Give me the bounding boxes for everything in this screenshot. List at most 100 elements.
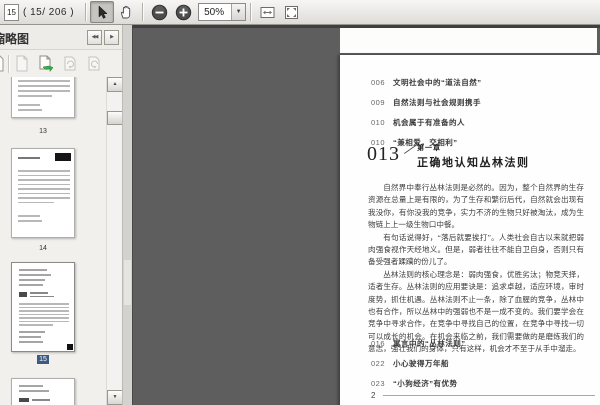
page-tool-button[interactable] <box>0 53 8 74</box>
thumb-line <box>18 197 70 199</box>
thumb-line <box>19 313 69 315</box>
toolbar-separator <box>142 3 144 21</box>
thumb-line <box>18 174 70 176</box>
rotate-left-button[interactable] <box>60 53 80 74</box>
extract-page-button[interactable] <box>36 53 56 74</box>
toc-entry: 009 自然法则与社会规则携手 <box>371 97 482 108</box>
thumbnail-page-13[interactable] <box>11 77 75 118</box>
zoom-dropdown-button[interactable]: ▼ <box>231 4 246 20</box>
toc-entry: 022 小心驶得万年船 <box>371 358 466 369</box>
toolbar-separator <box>250 3 252 21</box>
thumb-line <box>19 269 47 271</box>
fit-width-icon <box>259 4 276 21</box>
thumbnail-toolbar <box>0 50 122 77</box>
rotate-right-button[interactable] <box>84 53 104 74</box>
insert-page-button[interactable] <box>12 53 32 74</box>
page-footer: 2 <box>371 391 595 400</box>
toc-entry: 016 寓言中的“丛林法则” <box>371 338 466 349</box>
chapter-page-number: 013 <box>367 143 400 165</box>
thumb-line <box>18 109 42 111</box>
thumbnail-page-15-selected[interactable] <box>11 262 75 352</box>
thumbnail-panel: 缩略图 ◀◀ ▶ <box>0 25 122 405</box>
thumb-line <box>18 179 70 181</box>
thumb-line <box>18 170 70 172</box>
toc-entry-title: 小心驶得万年船 <box>393 359 449 368</box>
thumb-corner-block <box>67 344 73 350</box>
scroll-up-button[interactable]: ▲ <box>107 77 122 92</box>
rotate-page-icon <box>63 55 78 72</box>
thumb-line <box>18 104 40 106</box>
thumb-line <box>19 390 49 392</box>
toolbar: 15 ( 15/ 206 ) 50% ▼ <box>0 0 600 25</box>
panel-splitter[interactable] <box>122 25 133 405</box>
scroll-down-button[interactable]: ▼ <box>107 390 122 405</box>
thumb-line <box>18 215 40 217</box>
toc-entry-title: 自然法则与社会规则携手 <box>393 98 481 107</box>
thumb-line <box>19 279 45 281</box>
toc-section-bottom: 016 寓言中的“丛林法则” 022 小心驶得万年船 023 “小狗经济”有优势 <box>371 338 466 398</box>
toolbar-separator <box>85 3 87 21</box>
thumbnail-page-16[interactable] <box>11 378 75 405</box>
toc-entry-title: 寓言中的“丛林法则” <box>393 339 466 348</box>
thumb-line <box>18 188 70 190</box>
thumb-line <box>18 220 42 222</box>
page-footer-rule <box>383 395 595 396</box>
minus-circle-icon <box>151 4 168 21</box>
panel-collapse-button[interactable]: ◀◀ <box>87 30 102 45</box>
thumb-chapter-num <box>19 292 27 297</box>
toc-entry-title: 机会属于有准备的人 <box>393 118 465 127</box>
chapter-heading: 013 第一章 正确地认知丛林法则 <box>367 143 530 170</box>
thumbnail-label-selected: 15 <box>37 355 49 364</box>
thumbnail-page-14[interactable] <box>11 148 75 238</box>
toc-entry: 010 机会属于有准备的人 <box>371 117 482 128</box>
page-number-input[interactable]: 15 <box>4 3 19 21</box>
toc-page-number: 022 <box>371 359 386 368</box>
current-page: 006 文明社会中的“道法自然” 009 自然法则与社会规则携手 010 机会属… <box>340 55 600 405</box>
splitter-grip[interactable] <box>124 260 131 305</box>
cursor-arrow-icon <box>94 4 110 20</box>
chapter-slash <box>401 147 415 165</box>
toc-page-number: 009 <box>371 98 386 107</box>
scrollbar-thumb[interactable] <box>107 111 122 125</box>
hand-icon <box>118 4 134 20</box>
select-tool-button[interactable] <box>90 1 115 23</box>
toc-page-number: 010 <box>371 118 386 127</box>
fit-width-button[interactable] <box>255 1 279 23</box>
thumb-line <box>19 336 41 338</box>
zoom-in-button[interactable] <box>171 1 195 23</box>
page-footer-number: 2 <box>371 391 376 400</box>
toolbar-separator <box>8 55 9 73</box>
thumbnail-panel-header: 缩略图 ◀◀ ▶ <box>0 25 122 50</box>
toc-entry-title: 文明社会中的“道法自然” <box>393 78 482 87</box>
chapter-title: 正确地认知丛林法则 <box>417 157 530 169</box>
thumb-line <box>19 303 69 305</box>
toc-page-number: 016 <box>371 339 386 348</box>
thumbnail-scrollbar[interactable]: ▲ ▼ <box>106 77 122 405</box>
panel-expand-button[interactable]: ▶ <box>104 30 119 45</box>
hand-tool-button[interactable] <box>114 1 138 23</box>
chapter-label: 第一章 <box>417 145 441 152</box>
thumb-line <box>19 331 45 333</box>
toc-entry-title: “小狗经济”有优势 <box>393 379 458 388</box>
document-view[interactable]: 006 文明社会中的“道法自然” 009 自然法则与社会规则携手 010 机会属… <box>133 25 600 405</box>
thumb-line <box>19 324 53 326</box>
page-green-arrow-icon <box>38 55 54 73</box>
thumbnail-label: 13 <box>39 128 47 135</box>
thumb-line <box>18 95 52 97</box>
thumb-line <box>30 295 54 297</box>
thumb-line <box>18 90 70 92</box>
thumbnail-list: 13 14 15 ▲ ▼ <box>0 77 122 405</box>
zoom-level-input[interactable]: 50% <box>199 4 231 20</box>
fit-page-button[interactable] <box>279 1 303 23</box>
thumb-line <box>30 292 48 294</box>
zoom-out-button[interactable] <box>147 1 171 23</box>
paragraph: 有句话说得好，“落后就要挨打”。人类社会自古以来就把弱肉强食视作天经地义。但是，… <box>368 232 584 267</box>
thumb-line <box>18 201 54 203</box>
thumb-line <box>19 385 43 387</box>
thumb-line <box>18 183 70 185</box>
thumb-line <box>19 317 69 319</box>
body-text: 自然界中奉行丛林法则是必然的。因为，整个自然界的生存资源在总量上是有限的，为了生… <box>368 182 584 356</box>
toc-entry: 023 “小狗经济”有优势 <box>371 378 466 389</box>
thumb-chapter-block <box>55 153 71 161</box>
plus-circle-icon <box>175 4 192 21</box>
